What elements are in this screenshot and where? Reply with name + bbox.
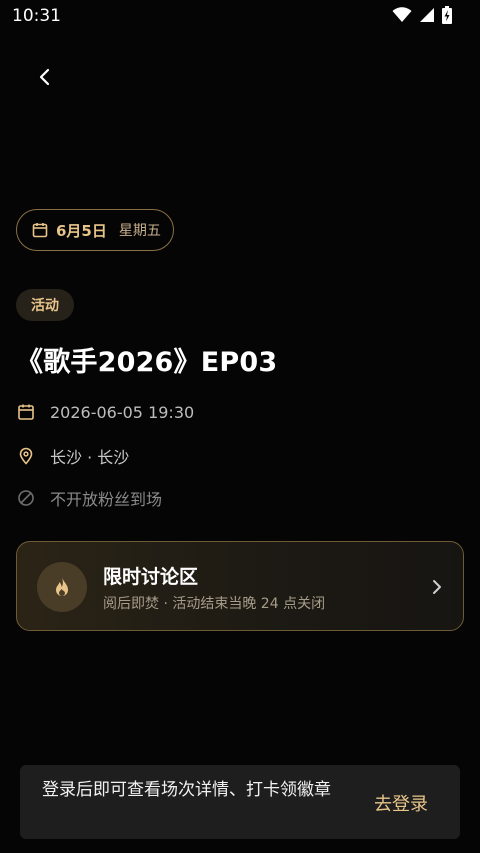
login-prompt-text: 登录后即可查看场次详情、打卡领徽章	[42, 780, 331, 800]
location-pin-icon	[16, 446, 36, 466]
fans-policy: 不开放粉丝到场	[50, 490, 163, 509]
date-text: 6月5日	[56, 221, 107, 240]
event-datetime: 2026-06-05 19:30	[50, 402, 195, 422]
event-type-tag: 活动	[16, 289, 74, 321]
status-bar: 10:31	[0, 0, 480, 34]
date-pill: 6月5日 星期五	[16, 209, 174, 251]
login-prompt-bar: 登录后即可查看场次详情、打卡领徽章 去登录	[20, 765, 460, 839]
weekday-text: 星期五	[118, 223, 161, 239]
status-icons	[392, 6, 452, 24]
discussion-icon-badge	[37, 562, 87, 612]
event-location-row: 长沙 · 长沙	[16, 444, 129, 468]
signal-icon	[420, 8, 434, 22]
flame-icon	[56, 577, 68, 596]
status-time: 10:31	[12, 6, 61, 26]
event-location: 长沙 · 长沙	[50, 448, 130, 467]
event-title: 《歌手2026》EP03	[16, 347, 278, 378]
discussion-title: 限时讨论区	[103, 566, 199, 588]
event-detail-screen: 10:31 6月5日 星期五 活动 《歌手2026》EP03 2026-06-0…	[0, 0, 480, 853]
back-button[interactable]	[30, 62, 60, 92]
chevron-right-icon	[427, 576, 447, 598]
prohibited-icon	[16, 488, 36, 508]
calendar-icon	[32, 223, 48, 238]
calendar-icon	[16, 402, 36, 422]
chevron-left-icon	[39, 68, 50, 86]
fans-policy-row: 不开放粉丝到场	[16, 486, 162, 510]
wifi-icon	[392, 7, 412, 22]
battery-charging-icon	[442, 6, 452, 24]
discussion-subtitle: 阅后即焚 · 活动结束当晚 24 点关闭	[103, 596, 326, 612]
event-datetime-row: 2026-06-05 19:30	[16, 402, 194, 422]
discussion-card[interactable]: 限时讨论区 阅后即焚 · 活动结束当晚 24 点关闭	[16, 541, 464, 631]
go-login-button[interactable]: 去登录	[374, 790, 428, 816]
